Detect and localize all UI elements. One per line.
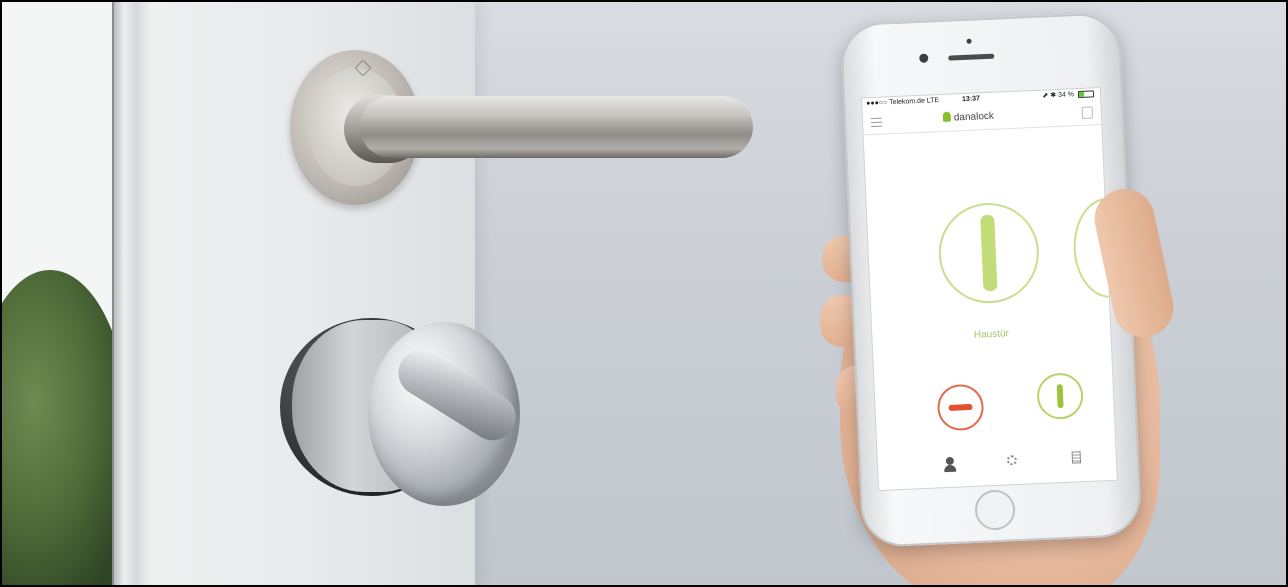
home-button[interactable] bbox=[974, 489, 1016, 531]
hamburger-menu-icon[interactable] bbox=[870, 117, 883, 130]
front-camera bbox=[919, 53, 929, 63]
smartphone: ●●●○○ Telekom.de LTE 13:37 ⬈ ✱ 34 % dana… bbox=[839, 12, 1143, 548]
gear-icon[interactable] bbox=[1004, 452, 1025, 473]
lock-name-label: Haustür bbox=[973, 328, 1010, 341]
unlock-bar-icon bbox=[1056, 383, 1064, 409]
lock-button[interactable] bbox=[936, 383, 985, 432]
danalock-logo-icon bbox=[942, 111, 952, 122]
battery-text: ⬈ ✱ 34 % bbox=[1042, 91, 1075, 100]
users-icon[interactable] bbox=[942, 454, 963, 475]
unlock-button[interactable] bbox=[1036, 372, 1085, 421]
app-screen: ●●●○○ Telekom.de LTE 13:37 ⬈ ✱ 34 % dana… bbox=[860, 87, 1118, 492]
battery-icon bbox=[1077, 89, 1095, 98]
door-frame bbox=[112, 0, 154, 587]
lock-bar-icon bbox=[948, 403, 973, 411]
brand-name: danalock bbox=[953, 110, 995, 124]
earpiece-speaker bbox=[948, 53, 995, 61]
photo-scene: ●●●○○ Telekom.de LTE 13:37 ⬈ ✱ 34 % dana… bbox=[0, 0, 1288, 587]
phone-sensor bbox=[966, 38, 972, 44]
door-handle-lever bbox=[360, 96, 753, 158]
app-brand: danalock bbox=[942, 110, 995, 124]
document-icon[interactable] bbox=[1067, 449, 1088, 470]
clock: 13:37 bbox=[961, 95, 981, 104]
share-icon[interactable] bbox=[1081, 106, 1094, 119]
battery-level bbox=[1078, 91, 1084, 97]
